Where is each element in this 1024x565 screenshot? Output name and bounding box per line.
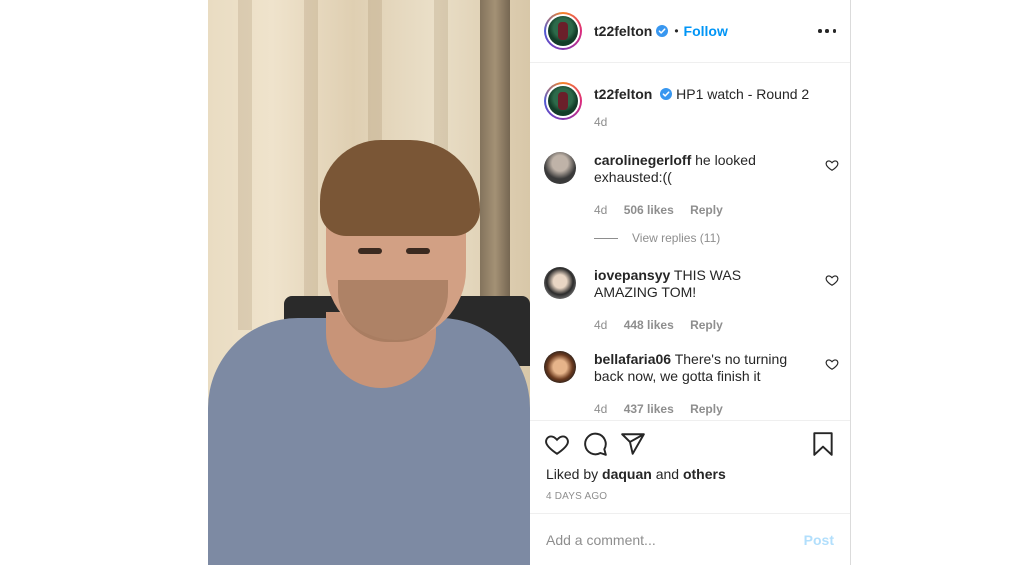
caption-username[interactable]: t22felton <box>594 86 652 102</box>
comment-time: 4d <box>594 402 608 416</box>
more-options-icon[interactable] <box>818 22 836 40</box>
post-caption: t22felton HP1 watch - Round 2 4d <box>544 82 809 131</box>
comment-username[interactable]: carolinegerloff <box>594 152 691 168</box>
caption-time: 4d <box>594 115 608 129</box>
comment-time: 4d <box>594 318 608 332</box>
reply-button[interactable]: Reply <box>690 402 723 416</box>
comment-username[interactable]: bellafaria06 <box>594 351 671 367</box>
author-username[interactable]: t22felton <box>594 23 652 39</box>
background-pole <box>480 0 510 320</box>
heart-icon[interactable] <box>825 273 839 287</box>
heart-icon[interactable] <box>825 357 839 371</box>
comment-input[interactable] <box>546 531 804 548</box>
comment-time: 4d <box>594 203 608 217</box>
curtain-fold <box>304 0 318 330</box>
follow-button[interactable]: Follow <box>684 23 728 39</box>
comment-icon[interactable] <box>582 431 608 457</box>
comment-username[interactable]: iovepansyy <box>594 267 670 283</box>
comment-likes[interactable]: 506 likes <box>624 203 674 217</box>
caption-text: HP1 watch - Round 2 <box>676 86 810 102</box>
comment-item: iovepansyy THIS WAS AMAZING TOM! 4d 448 … <box>544 267 839 334</box>
liked-by-prefix: Liked by <box>546 466 599 482</box>
eye <box>406 248 430 254</box>
author-avatar[interactable] <box>544 12 582 50</box>
eye <box>358 248 382 254</box>
action-bar <box>544 431 836 461</box>
view-replies-button[interactable]: View replies (11) <box>594 231 720 245</box>
bookmark-icon[interactable] <box>810 431 836 457</box>
curtain-fold <box>238 0 252 330</box>
liked-by-others[interactable]: others <box>683 466 726 482</box>
verified-badge-icon <box>660 88 673 100</box>
post-panel: t22felton • Follow t22felton HP1 watch -… <box>530 0 851 565</box>
comment-item: carolinegerloff he looked exhausted:(( 4… <box>544 152 839 219</box>
heart-icon[interactable] <box>825 158 839 172</box>
verified-badge-icon <box>656 25 669 37</box>
post-media[interactable] <box>208 0 530 565</box>
separator-dot: • <box>674 24 679 38</box>
heart-icon[interactable] <box>544 431 570 457</box>
comment-item: bellafaria06 There's no turning back now… <box>544 351 839 418</box>
commenter-avatar[interactable] <box>544 267 576 299</box>
reply-button[interactable]: Reply <box>690 318 723 332</box>
post-header: t22felton • Follow <box>530 0 850 63</box>
comment-likes[interactable]: 448 likes <box>624 318 674 332</box>
commenter-avatar[interactable] <box>544 351 576 383</box>
liked-by: Liked by daquan and others <box>546 466 726 482</box>
liked-by-and: and <box>655 466 680 482</box>
view-replies-label[interactable]: View replies (11) <box>632 231 720 245</box>
add-comment-bar: Post <box>530 513 850 565</box>
share-icon[interactable] <box>620 431 646 457</box>
comments-list[interactable]: t22felton HP1 watch - Round 2 4d carolin… <box>530 63 850 421</box>
commenter-avatar[interactable] <box>544 152 576 184</box>
comment-likes[interactable]: 437 likes <box>624 402 674 416</box>
hair <box>320 140 480 236</box>
liked-by-user[interactable]: daquan <box>602 466 652 482</box>
posted-time[interactable]: 4 DAYS AGO <box>546 491 607 502</box>
replies-line <box>594 237 618 239</box>
reply-button[interactable]: Reply <box>690 203 723 217</box>
post-comment-button[interactable]: Post <box>804 532 834 548</box>
caption-avatar[interactable] <box>544 82 582 120</box>
